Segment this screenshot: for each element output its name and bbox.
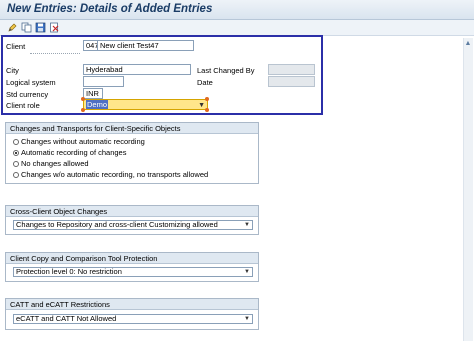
client-role-label: Client role <box>6 101 40 110</box>
page-title: New Entries: Details of Added Entries <box>7 3 213 15</box>
transports-group-title: Changes and Transports for Client-Specif… <box>6 123 258 134</box>
radio-button[interactable] <box>13 172 19 178</box>
vertical-scrollbar[interactable] <box>463 38 473 341</box>
date-label: Date <box>197 78 213 87</box>
currency-field[interactable]: INR <box>83 88 103 99</box>
client-number-field[interactable]: 047 <box>83 40 98 51</box>
radio-button[interactable] <box>13 139 19 145</box>
protection-group: Client Copy and Comparison Tool Protecti… <box>5 252 259 282</box>
radio-option[interactable]: Changes without automatic recording <box>13 137 145 147</box>
resize-handle-icon <box>205 108 209 112</box>
cross-client-group: Cross-Client Object Changes Changes to R… <box>5 205 259 235</box>
delete-icon[interactable] <box>49 22 60 33</box>
logical-system-field[interactable] <box>83 76 124 87</box>
currency-label: Std currency <box>6 90 49 99</box>
scroll-up-icon[interactable]: ▲ <box>464 40 472 48</box>
protection-group-title: Client Copy and Comparison Tool Protecti… <box>6 253 258 264</box>
resize-handle-icon <box>81 97 85 101</box>
resize-handle-icon <box>81 108 85 112</box>
client-name-field[interactable]: New client Test47 <box>97 40 194 51</box>
last-changed-label: Last Changed By <box>197 66 255 75</box>
radio-option[interactable]: Automatic recording of changes <box>13 148 126 158</box>
cross-client-group-title: Cross-Client Object Changes <box>6 206 258 217</box>
chevron-down-icon[interactable]: ▼ <box>244 221 250 229</box>
copy-icon[interactable] <box>21 22 32 33</box>
catt-group: CATT and eCATT Restrictions eCATT and CA… <box>5 298 259 330</box>
resize-handle-icon <box>205 97 209 101</box>
radio-option[interactable]: Changes w/o automatic recording, no tran… <box>13 170 208 180</box>
catt-dropdown[interactable]: eCATT and CATT Not Allowed ▼ <box>13 314 253 324</box>
edit-icon[interactable] <box>7 22 18 33</box>
save-icon[interactable] <box>35 22 46 33</box>
date-field <box>268 76 315 87</box>
catt-group-title: CATT and eCATT Restrictions <box>6 299 258 310</box>
client-role-dropdown[interactable]: Demo ▼ <box>83 99 208 110</box>
application-toolbar <box>0 20 474 36</box>
client-label: Client <box>6 42 26 51</box>
last-changed-field <box>268 64 315 75</box>
transports-group: Changes and Transports for Client-Specif… <box>5 122 259 184</box>
radio-button[interactable] <box>13 161 19 167</box>
radio-option[interactable]: No changes allowed <box>13 159 89 169</box>
protection-dropdown[interactable]: Protection level 0: No restriction ▼ <box>13 267 253 277</box>
radio-button-selected[interactable] <box>13 150 19 156</box>
city-field[interactable]: Hyderabad <box>83 64 191 75</box>
chevron-down-icon[interactable]: ▼ <box>244 268 250 276</box>
cross-client-dropdown[interactable]: Changes to Repository and cross-client C… <box>13 220 253 230</box>
chevron-down-icon[interactable]: ▼ <box>198 101 205 110</box>
chevron-down-icon[interactable]: ▼ <box>244 315 250 323</box>
logical-system-label: Logical system <box>6 78 56 87</box>
client-role-value: Demo <box>86 100 109 109</box>
city-label: City <box>6 66 19 75</box>
title-bar: New Entries: Details of Added Entries <box>0 0 474 20</box>
